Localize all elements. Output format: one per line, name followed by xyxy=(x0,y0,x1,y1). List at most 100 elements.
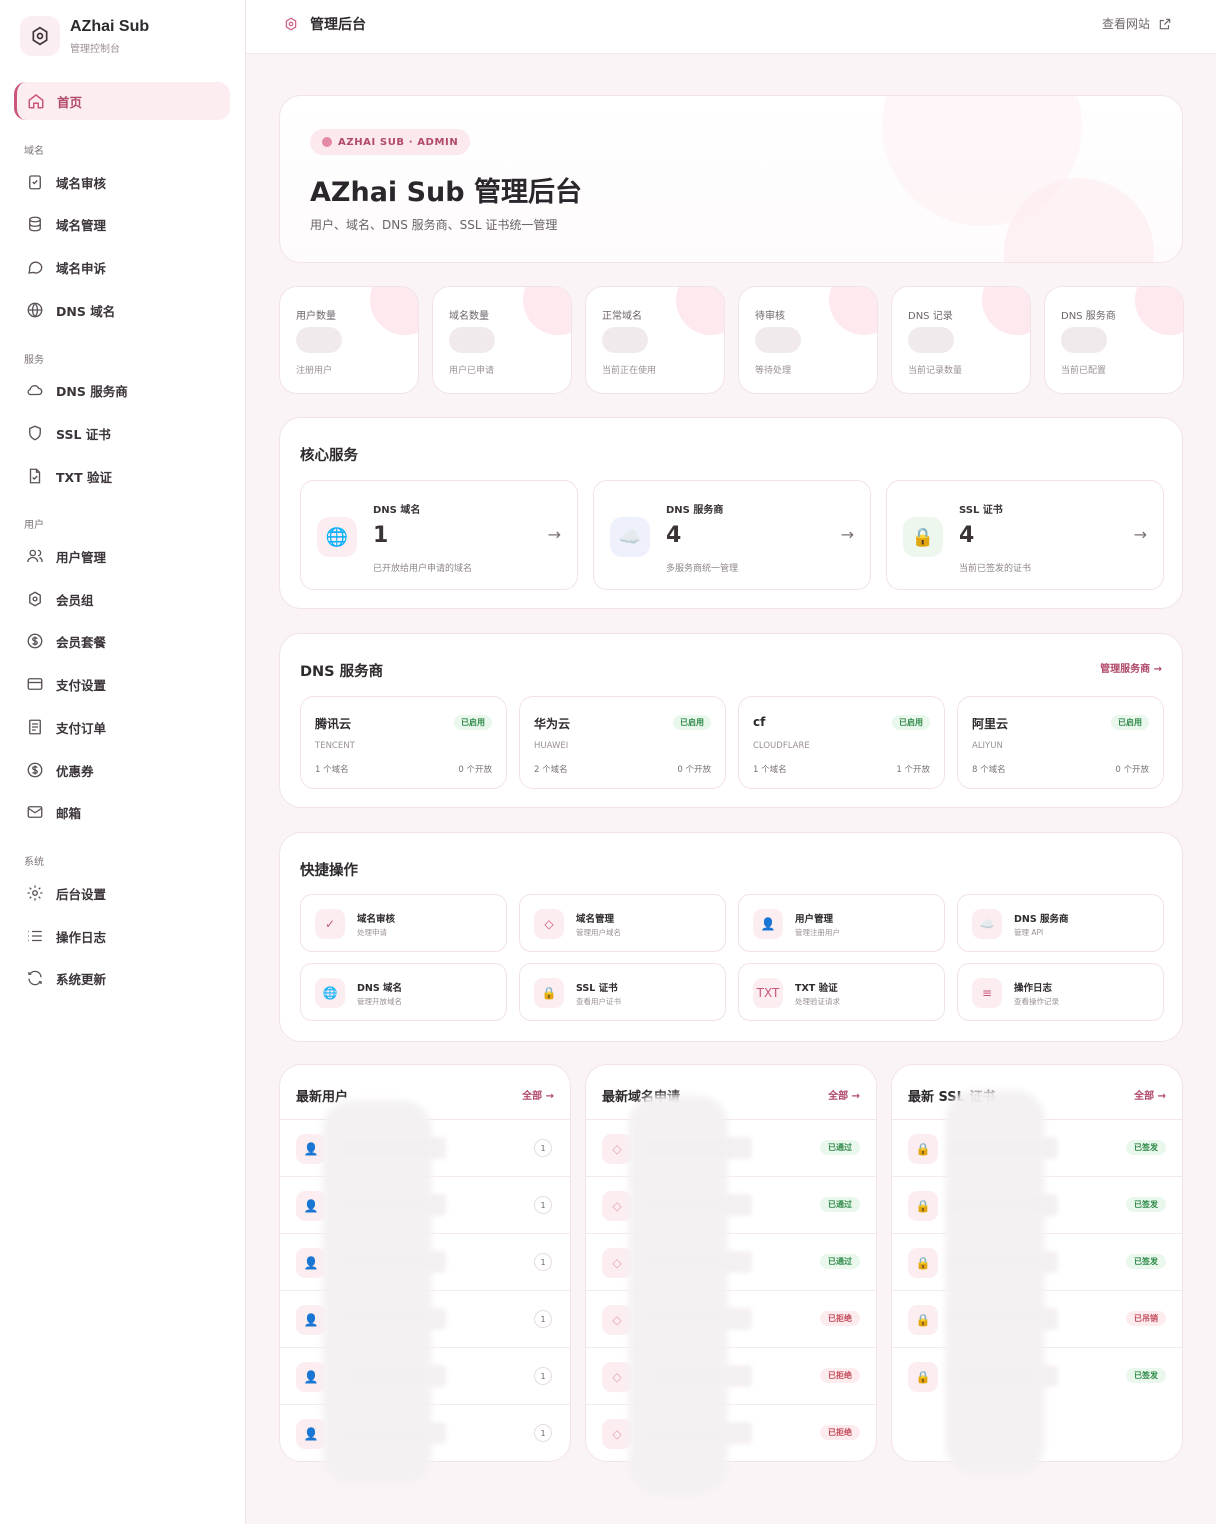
quick-action-txt[interactable]: TXT TXT 验证 处理验证请求 xyxy=(738,963,945,1021)
lock-icon: 🔒 xyxy=(908,1305,938,1335)
sidebar-item-txt[interactable]: TXT 验证 xyxy=(14,457,230,495)
quick-action-dns-provider[interactable]: ☁️ DNS 服务商 管理 API xyxy=(957,894,1164,952)
hero-subtitle: 用户、域名、DNS 服务商、SSL 证书统一管理 xyxy=(310,218,558,232)
sidebar-item-mail[interactable]: 邮箱 xyxy=(14,793,230,831)
brand[interactable]: AZhai Sub 管理控制台 xyxy=(20,16,149,56)
txt-icon: TXT xyxy=(753,978,783,1008)
provider-open-count: 0 个开放 xyxy=(458,765,492,775)
users-icon xyxy=(27,549,43,563)
service-sub: 当前已签发的证书 xyxy=(959,564,1032,574)
lock-icon: 🔒 xyxy=(908,1191,938,1221)
stat-card-dns-providers[interactable]: DNS 服务商 当前已配置 xyxy=(1044,286,1184,394)
topbar: 管理后台 查看网站 xyxy=(246,0,1216,54)
provider-code: ALIYUN xyxy=(972,741,1003,751)
count-badge: 1 xyxy=(534,1367,552,1385)
lock-icon: 🔒 xyxy=(908,1362,938,1392)
stat-card-pending[interactable]: 待审核 等待处理 xyxy=(738,286,878,394)
sidebar-item-logs[interactable]: 操作日志 xyxy=(14,917,230,955)
core-services-card: 核心服务 🌐 DNS 域名 1 已开放给用户申请的域名 → ☁️ DNS 服务商… xyxy=(279,417,1183,609)
brand-subtitle: 管理控制台 xyxy=(70,43,120,55)
view-site-link[interactable]: 查看网站 xyxy=(1102,15,1172,32)
status-badge: 已拒绝 xyxy=(820,1311,860,1326)
sidebar-item-update[interactable]: 系统更新 xyxy=(14,959,230,997)
sidebar-item-payment-orders[interactable]: 支付订单 xyxy=(14,708,230,746)
sidebar-item-users[interactable]: 用户管理 xyxy=(14,537,230,575)
sidebar-item-coupons[interactable]: 优惠券 xyxy=(14,751,230,789)
quick-action-domain-manage[interactable]: ◇ 域名管理 管理用户域名 xyxy=(519,894,726,952)
stat-card-users[interactable]: 用户数量 注册用户 xyxy=(279,286,419,394)
service-label: DNS 域名 xyxy=(373,505,421,516)
users-group-icon xyxy=(29,591,41,607)
status-badge: 已启用 xyxy=(892,715,930,730)
sidebar: AZhai Sub 管理控制台 首页 域名 域名审核 域名管理 域名申诉 DNS… xyxy=(0,0,246,1524)
arrow-right-icon: → xyxy=(547,525,561,544)
provider-card[interactable]: cf 已启用 CLOUDFLARE 1 个域名 1 个开放 xyxy=(738,696,945,789)
check-icon: ✓ xyxy=(315,909,345,939)
stat-card-domains[interactable]: 域名数量 用户已申请 xyxy=(432,286,572,394)
sidebar-item-domain-review[interactable]: 域名审核 xyxy=(14,163,230,201)
sidebar-item-dns-domain[interactable]: DNS 域名 xyxy=(14,291,230,329)
sidebar-item-label: 用户管理 xyxy=(56,549,107,565)
core-service-dns-domain[interactable]: 🌐 DNS 域名 1 已开放给用户申请的域名 → xyxy=(300,480,578,590)
provider-card[interactable]: 腾讯云 已启用 TENCENT 1 个域名 0 个开放 xyxy=(300,696,507,789)
manage-providers-link[interactable]: 管理服务商 → xyxy=(1100,660,1162,675)
quick-action-sub: 管理注册用户 xyxy=(795,928,840,937)
lock-icon: 🔒 xyxy=(903,517,943,557)
core-service-dns-provider[interactable]: ☁️ DNS 服务商 4 多服务商统一管理 → xyxy=(593,480,871,590)
redaction-overlay xyxy=(628,1095,728,1495)
stat-sub: 当前记录数量 xyxy=(908,366,963,376)
count-badge: 1 xyxy=(534,1139,552,1157)
service-value: 4 xyxy=(959,523,975,548)
service-label: SSL 证书 xyxy=(959,505,1003,516)
sidebar-item-domain-manage[interactable]: 域名管理 xyxy=(14,205,230,243)
status-badge: 已通过 xyxy=(820,1197,860,1212)
sidebar-item-label: 系统更新 xyxy=(56,971,107,987)
status-badge: 已签发 xyxy=(1126,1254,1166,1269)
provider-open-count: 1 个开放 xyxy=(896,765,930,775)
lock-icon: 🔒 xyxy=(908,1134,938,1164)
provider-code: HUAWEI xyxy=(534,741,569,751)
stat-decoration xyxy=(523,287,571,335)
stat-value-redacted xyxy=(602,327,648,353)
sidebar-item-label: 首页 xyxy=(57,94,83,110)
stat-decoration xyxy=(982,287,1030,335)
file-check-icon xyxy=(29,468,41,484)
quick-action-label: 域名管理 xyxy=(576,914,615,925)
stat-label: 域名数量 xyxy=(449,311,489,322)
sidebar-item-dns-provider[interactable]: DNS 服务商 xyxy=(14,371,230,409)
hero-card: AZHAI SUB · ADMIN AZhai Sub 管理后台 用户、域名、D… xyxy=(279,95,1183,263)
status-badge: 已启用 xyxy=(673,715,711,730)
sidebar-item-payment-settings[interactable]: 支付设置 xyxy=(14,665,230,703)
sidebar-item-ssl[interactable]: SSL 证书 xyxy=(14,414,230,452)
view-all-domains-link[interactable]: 全部 → xyxy=(828,1087,860,1102)
lock-icon: 🔒 xyxy=(908,1248,938,1278)
provider-card[interactable]: 阿里云 已启用 ALIYUN 8 个域名 0 个开放 xyxy=(957,696,1164,789)
sidebar-item-domain-appeal[interactable]: 域名申诉 xyxy=(14,248,230,286)
stat-card-active-domains[interactable]: 正常域名 当前正在使用 xyxy=(585,286,725,394)
sidebar-item-settings[interactable]: 后台设置 xyxy=(14,874,230,912)
sidebar-item-member-group[interactable]: 会员组 xyxy=(14,580,230,618)
quick-action-dns-domain[interactable]: 🌐 DNS 域名 管理开放域名 xyxy=(300,963,507,1021)
quick-action-domain-review[interactable]: ✓ 域名审核 处理申请 xyxy=(300,894,507,952)
provider-code: TENCENT xyxy=(315,741,355,751)
provider-open-count: 0 个开放 xyxy=(677,765,711,775)
provider-name: cf xyxy=(753,715,766,729)
quick-action-ssl[interactable]: 🔒 SSL 证书 查看用户证书 xyxy=(519,963,726,1021)
provider-code: CLOUDFLARE xyxy=(753,741,810,751)
stat-label: DNS 记录 xyxy=(908,311,953,322)
view-all-users-link[interactable]: 全部 → xyxy=(522,1087,554,1102)
sidebar-item-home[interactable]: 首页 xyxy=(14,82,230,120)
quick-action-logs[interactable]: ≡ 操作日志 查看操作记录 xyxy=(957,963,1164,1021)
section-title: DNS 服务商 xyxy=(300,664,384,680)
count-badge: 1 xyxy=(534,1310,552,1328)
provider-card[interactable]: 华为云 已启用 HUAWEI 2 个域名 0 个开放 xyxy=(519,696,726,789)
credit-card-icon xyxy=(27,678,43,690)
sidebar-item-member-plan[interactable]: 会员套餐 xyxy=(14,622,230,660)
quick-action-sub: 处理申请 xyxy=(357,928,387,937)
quick-action-users[interactable]: 👤 用户管理 管理注册用户 xyxy=(738,894,945,952)
stat-card-dns-records[interactable]: DNS 记录 当前记录数量 xyxy=(891,286,1031,394)
view-all-ssl-link[interactable]: 全部 → xyxy=(1134,1087,1166,1102)
quick-action-sub: 查看操作记录 xyxy=(1014,997,1059,1006)
globe-icon: 🌐 xyxy=(315,978,345,1008)
core-service-ssl[interactable]: 🔒 SSL 证书 4 当前已签发的证书 → xyxy=(886,480,1164,590)
